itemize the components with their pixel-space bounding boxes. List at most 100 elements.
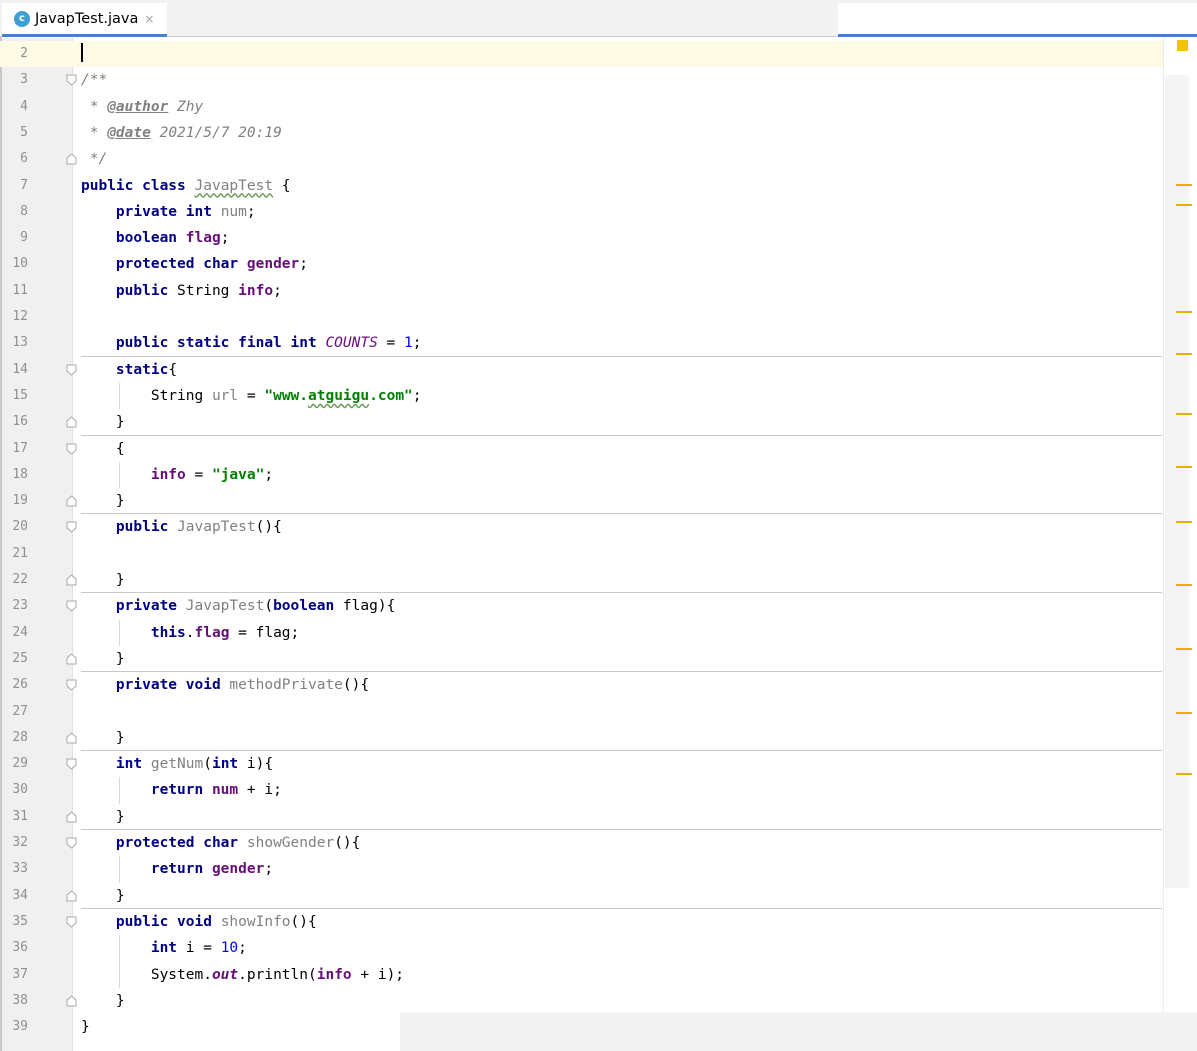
code-line[interactable]: 37 System.out.println(info + i);	[0, 962, 1163, 988]
line-number: 3	[20, 72, 28, 88]
code-line[interactable]: 18 info = "java";	[0, 462, 1163, 488]
line-number: 19	[12, 493, 28, 509]
code-line[interactable]: 26 private void methodPrivate(){	[0, 672, 1163, 698]
fold-close-icon[interactable]	[66, 995, 77, 1007]
code-line[interactable]: 31 }	[0, 804, 1163, 830]
fold-close-icon[interactable]	[66, 153, 77, 165]
code-line[interactable]: 5 * @date 2021/5/7 20:19	[0, 120, 1163, 146]
fold-close-icon[interactable]	[66, 416, 77, 428]
code-line[interactable]: 21	[0, 541, 1163, 567]
code-line[interactable]: 4 * @author Zhy	[0, 94, 1163, 120]
fold-close-icon[interactable]	[66, 574, 77, 586]
warning-marker[interactable]	[1176, 204, 1192, 206]
code-token: =	[377, 335, 405, 352]
code-line[interactable]: 20 public JavapTest(){	[0, 514, 1163, 540]
fold-close-icon[interactable]	[66, 732, 77, 744]
fold-close-icon[interactable]	[66, 889, 77, 902]
code-line[interactable]: 2	[0, 41, 1163, 67]
code-text: private void methodPrivate(){	[81, 672, 369, 698]
code-line[interactable]: 10 protected char gender;	[0, 251, 1163, 277]
code-token: static	[115, 361, 169, 378]
warning-marker[interactable]	[1176, 466, 1192, 468]
warning-marker[interactable]	[1176, 184, 1192, 186]
code-line[interactable]: 32 protected char showGender(){	[0, 830, 1163, 856]
code-line[interactable]: 13 public static final int COUNTS = 1;	[0, 330, 1163, 356]
code-line[interactable]: 15 String url = "www.atguigu.com";	[0, 383, 1163, 409]
warning-marker[interactable]	[1176, 353, 1192, 355]
code-line[interactable]: 16 }	[0, 409, 1163, 435]
code-token: boolean	[115, 230, 186, 247]
code-token: flag	[194, 624, 230, 641]
code-token: num	[211, 782, 239, 799]
code-text: * @author Zhy	[81, 94, 204, 120]
fold-open-icon[interactable]	[66, 600, 77, 612]
code-token: ;	[246, 203, 256, 220]
warning-marker[interactable]	[1176, 648, 1192, 650]
fold-open-icon[interactable]	[66, 443, 77, 455]
code-line[interactable]: 3 /**	[0, 67, 1163, 93]
code-text: }	[81, 409, 125, 435]
code-line[interactable]: 19 }	[0, 488, 1163, 514]
scrollbar-thumb[interactable]	[1165, 75, 1189, 888]
code-line[interactable]: 29 int getNum(int i){	[0, 751, 1163, 777]
code-line[interactable]: 27	[0, 699, 1163, 725]
code-line[interactable]: 14 static{	[0, 357, 1163, 383]
code-line[interactable]: 38 }	[0, 988, 1163, 1014]
code-line[interactable]: 30 return num + i;	[0, 777, 1163, 803]
code-token: =	[238, 387, 265, 404]
code-line[interactable]: 34 }	[0, 883, 1163, 909]
code-line[interactable]: 8 private int num;	[0, 199, 1163, 225]
code-line[interactable]: 22 }	[0, 567, 1163, 593]
fold-open-icon[interactable]	[66, 679, 77, 691]
code-token: 10	[220, 940, 239, 957]
warning-marker[interactable]	[1176, 413, 1192, 415]
line-number: 9	[20, 230, 28, 246]
line-number: 13	[12, 335, 28, 351]
inspection-status-icon[interactable]	[1177, 40, 1188, 51]
warning-marker[interactable]	[1176, 773, 1192, 775]
code-line[interactable]: 36 int i = 10;	[0, 935, 1163, 961]
line-number: 25	[12, 650, 28, 666]
tab-javaptest[interactable]: c JavapTest.java ×	[2, 3, 167, 37]
code-line[interactable]: 6 */	[0, 146, 1163, 172]
code-line[interactable]: 24 this.flag = flag;	[0, 620, 1163, 646]
line-number: 34	[12, 887, 28, 903]
code-line[interactable]: 28 }	[0, 725, 1163, 751]
close-icon[interactable]: ×	[144, 12, 154, 26]
code-text: }	[81, 1014, 90, 1040]
fold-close-icon[interactable]	[66, 495, 77, 507]
warning-marker[interactable]	[1176, 584, 1192, 586]
code-token: this	[150, 624, 186, 641]
code-token: }	[81, 729, 125, 746]
fold-close-icon[interactable]	[66, 811, 77, 823]
fold-open-icon[interactable]	[66, 837, 77, 849]
line-number: 12	[12, 309, 28, 324]
fold-close-icon[interactable]	[66, 653, 77, 665]
warning-marker[interactable]	[1176, 712, 1192, 714]
code-line[interactable]: 7 public class JavapTest {	[0, 173, 1163, 199]
fold-open-icon[interactable]	[66, 521, 77, 534]
code-line[interactable]: 12	[0, 304, 1163, 330]
code-text: }	[81, 988, 125, 1014]
code-line[interactable]: 11 public String info;	[0, 278, 1163, 304]
code-line[interactable]: 35 public void showInfo(){	[0, 909, 1163, 935]
method-separator	[81, 434, 1162, 436]
code-line[interactable]: 23 private JavapTest(boolean flag){	[0, 593, 1163, 619]
code-line[interactable]: 9 boolean flag;	[0, 225, 1163, 251]
fold-open-icon[interactable]	[66, 758, 77, 770]
code-line[interactable]: 25 }	[0, 646, 1163, 672]
fold-open-icon[interactable]	[66, 74, 77, 86]
code-token: ;	[238, 940, 247, 957]
code-token: public	[115, 282, 178, 299]
code-line[interactable]: 17 {	[0, 436, 1163, 462]
fold-open-icon[interactable]	[66, 916, 77, 928]
warning-marker[interactable]	[1176, 521, 1192, 523]
fold-open-icon[interactable]	[66, 364, 77, 376]
code-line[interactable]: 33 return gender;	[0, 856, 1163, 882]
warning-marker[interactable]	[1176, 311, 1192, 313]
